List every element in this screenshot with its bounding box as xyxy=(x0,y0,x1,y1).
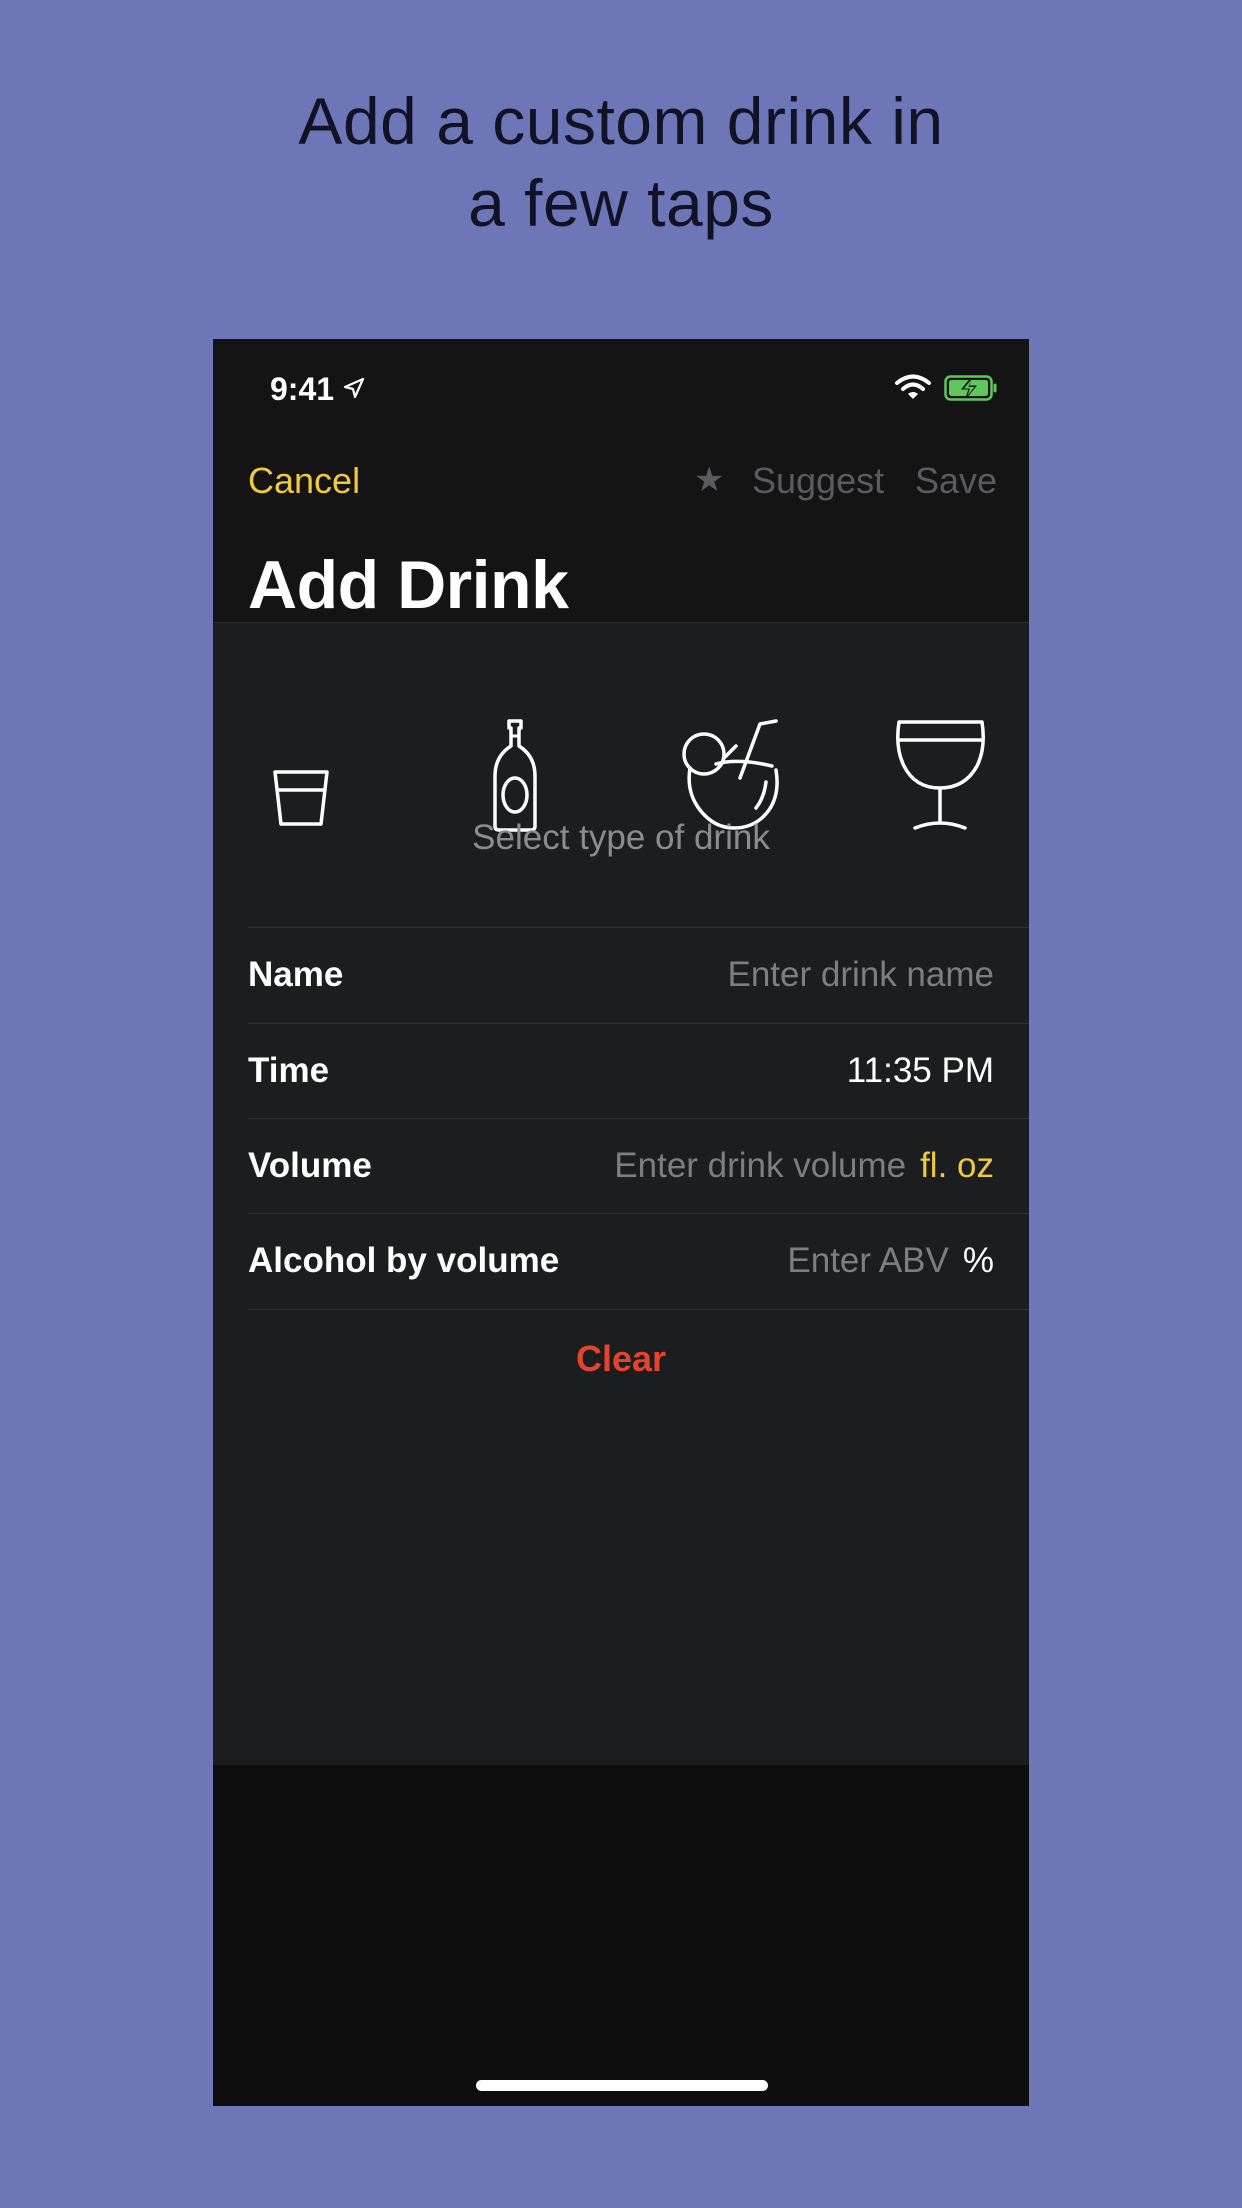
volume-input[interactable]: Enter drink volume xyxy=(614,1146,906,1185)
headline: Add a custom drink in a few taps xyxy=(0,80,1242,244)
phone-screen: 9:41 Cancel ★ Suggest Save Add Drink Sel… xyxy=(213,339,1029,2106)
beer-bottle-icon[interactable] xyxy=(490,718,540,833)
time-value[interactable]: 11:35 PM xyxy=(847,1051,994,1091)
volume-row[interactable]: Volume Enter drink volume fl. oz xyxy=(248,1118,1029,1214)
volume-label: Volume xyxy=(248,1146,372,1185)
name-label: Name xyxy=(248,955,344,994)
page-title: Add Drink xyxy=(248,547,569,623)
abv-field: Enter ABV% xyxy=(787,1241,994,1281)
coconut-cocktail-icon[interactable] xyxy=(676,718,786,833)
navigation-bar: Cancel ★ Suggest Save Add Drink xyxy=(213,439,1029,623)
cancel-button[interactable]: Cancel xyxy=(248,460,360,502)
clear-row: Clear xyxy=(248,1309,1029,1405)
abv-label: Alcohol by volume xyxy=(248,1241,560,1280)
abv-input[interactable]: Enter ABV xyxy=(787,1241,948,1280)
clear-button[interactable]: Clear xyxy=(248,1338,994,1380)
suggest-button[interactable]: Suggest xyxy=(752,460,884,502)
time-label: Time xyxy=(248,1051,330,1090)
empty-content-area xyxy=(213,1765,1029,2106)
drink-type-selector: Select type of drink xyxy=(213,623,1029,927)
save-button[interactable]: Save xyxy=(915,460,997,502)
wifi-icon xyxy=(895,374,931,399)
battery-charging-icon xyxy=(944,375,997,401)
name-input[interactable]: Enter drink name xyxy=(727,955,994,995)
headline-line-1: Add a custom drink in xyxy=(298,84,944,158)
home-indicator[interactable] xyxy=(476,2080,768,2091)
name-row[interactable]: Name Enter drink name xyxy=(248,927,1029,1023)
abv-row[interactable]: Alcohol by volume Enter ABV% xyxy=(248,1213,1029,1309)
location-arrow-icon xyxy=(343,377,365,399)
volume-field: Enter drink volume fl. oz xyxy=(614,1146,994,1186)
abv-unit: % xyxy=(962,1241,994,1280)
status-bar: 9:41 xyxy=(213,339,1029,439)
headline-line-2: a few taps xyxy=(468,166,774,240)
add-drink-form: Select type of drink Name Enter drink na… xyxy=(213,623,1029,1765)
star-icon[interactable]: ★ xyxy=(694,460,724,500)
time-row[interactable]: Time 11:35 PM xyxy=(248,1023,1029,1119)
volume-unit-button[interactable]: fl. oz xyxy=(920,1146,994,1185)
status-time: 9:41 xyxy=(270,371,335,407)
select-drink-type-label: Select type of drink xyxy=(472,818,770,857)
wine-glass-icon[interactable] xyxy=(893,718,988,833)
